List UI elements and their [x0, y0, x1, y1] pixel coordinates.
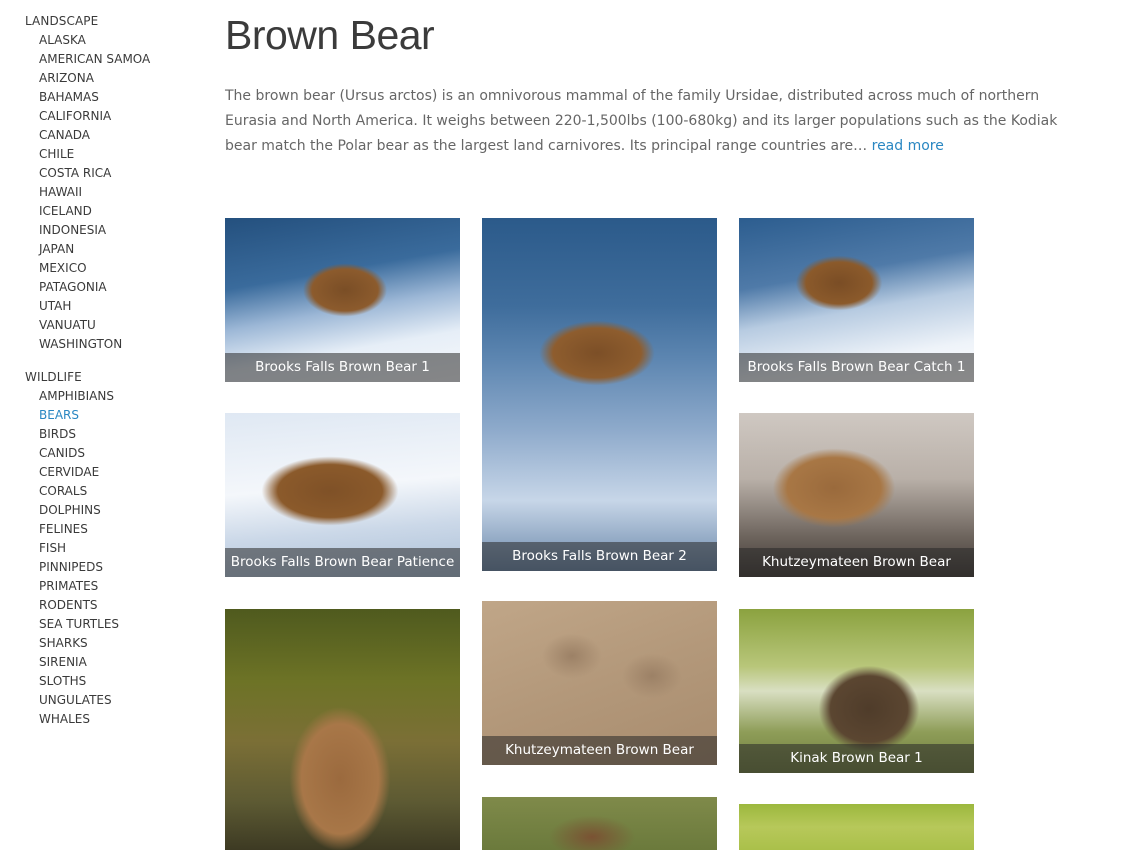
gallery-tile[interactable]: [739, 804, 974, 850]
sidebar-item-primates[interactable]: PRIMATES: [25, 577, 205, 596]
tile-caption: Brooks Falls Brown Bear Patience: [225, 548, 460, 577]
sidebar-item-canada[interactable]: CANADA: [25, 126, 205, 145]
sidebar-nav: LANDSCAPE ALASKA AMERICAN SAMOA ARIZONA …: [25, 12, 205, 743]
gallery-tile[interactable]: [482, 797, 717, 850]
gallery-tile[interactable]: Brooks Falls Brown Bear 1: [225, 218, 460, 382]
gallery-tile[interactable]: Brooks Falls Brown Bear Patience: [225, 413, 460, 577]
tile-caption: Brooks Falls Brown Bear 1: [225, 353, 460, 382]
gallery-tile[interactable]: Kinak Brown Bear 1: [739, 609, 974, 773]
sidebar-item-utah[interactable]: UTAH: [25, 297, 205, 316]
sidebar-item-mexico[interactable]: MEXICO: [25, 259, 205, 278]
sidebar-item-iceland[interactable]: ICELAND: [25, 202, 205, 221]
tile-caption: Khutzeymateen Brown Bear: [482, 736, 717, 765]
read-more-link[interactable]: read more: [872, 138, 944, 154]
nav-group-landscape: LANDSCAPE ALASKA AMERICAN SAMOA ARIZONA …: [25, 12, 205, 354]
sidebar-item-vanuatu[interactable]: VANUATU: [25, 316, 205, 335]
sidebar-item-canids[interactable]: CANIDS: [25, 444, 205, 463]
gallery-tile[interactable]: Brooks Falls Brown Bear Catch 1: [739, 218, 974, 382]
sidebar-item-rodents[interactable]: RODENTS: [25, 596, 205, 615]
sidebar-item-patagonia[interactable]: PATAGONIA: [25, 278, 205, 297]
sidebar-item-american-samoa[interactable]: AMERICAN SAMOA: [25, 50, 205, 69]
sidebar-item-sharks[interactable]: SHARKS: [25, 634, 205, 653]
tile-caption: Khutzeymateen Brown Bear: [739, 548, 974, 577]
sidebar-item-hawaii[interactable]: HAWAII: [25, 183, 205, 202]
sidebar-item-sloths[interactable]: SLOTHS: [25, 672, 205, 691]
sidebar-item-cervidae[interactable]: CERVIDAE: [25, 463, 205, 482]
nav-heading-landscape[interactable]: LANDSCAPE: [25, 12, 205, 31]
sidebar-item-japan[interactable]: JAPAN: [25, 240, 205, 259]
waterfall-bear-photo: [482, 218, 717, 571]
sidebar-item-bahamas[interactable]: BAHAMAS: [25, 88, 205, 107]
nav-group-wildlife: WILDLIFE AMPHIBIANS BEARS BIRDS CANIDS C…: [25, 368, 205, 729]
tile-caption: Brooks Falls Brown Bear Catch 1: [739, 353, 974, 382]
sidebar-item-sirenia[interactable]: SIRENIA: [25, 653, 205, 672]
sidebar-item-amphibians[interactable]: AMPHIBIANS: [25, 387, 205, 406]
sidebar-item-california[interactable]: CALIFORNIA: [25, 107, 205, 126]
sidebar-item-birds[interactable]: BIRDS: [25, 425, 205, 444]
sidebar-item-ungulates[interactable]: UNGULATES: [25, 691, 205, 710]
sidebar-item-costa-rica[interactable]: COSTA RICA: [25, 164, 205, 183]
grass-bear-photo: [225, 609, 460, 850]
intro-paragraph: The brown bear (Ursus arctos) is an omni…: [225, 84, 1085, 159]
sidebar-item-washington[interactable]: WASHINGTON: [25, 335, 205, 354]
gallery-tile[interactable]: Brooks Falls Brown Bear 2: [482, 218, 717, 571]
bear-splash-photo: [482, 797, 717, 850]
sidebar-item-dolphins[interactable]: DOLPHINS: [25, 501, 205, 520]
sidebar-item-arizona[interactable]: ARIZONA: [25, 69, 205, 88]
sidebar-item-whales[interactable]: WHALES: [25, 710, 205, 729]
sidebar-item-chile[interactable]: CHILE: [25, 145, 205, 164]
sidebar-item-alaska[interactable]: ALASKA: [25, 31, 205, 50]
page-title: Brown Bear: [225, 12, 435, 58]
sidebar-item-sea-turtles[interactable]: SEA TURTLES: [25, 615, 205, 634]
tile-caption: Brooks Falls Brown Bear 2: [482, 542, 717, 571]
sidebar-item-indonesia[interactable]: INDONESIA: [25, 221, 205, 240]
sidebar-item-felines[interactable]: FELINES: [25, 520, 205, 539]
nav-heading-wildlife[interactable]: WILDLIFE: [25, 368, 205, 387]
sidebar-item-fish[interactable]: FISH: [25, 539, 205, 558]
tile-caption: Kinak Brown Bear 1: [739, 744, 974, 773]
gallery-tile[interactable]: Khutzeymateen Brown Bear: [482, 601, 717, 765]
gallery-tile[interactable]: Khutzeymateen Brown Bear: [739, 413, 974, 577]
sidebar-item-pinnipeds[interactable]: PINNIPEDS: [25, 558, 205, 577]
green-meadow-photo: [739, 804, 974, 850]
sidebar-item-bears[interactable]: BEARS: [25, 406, 205, 425]
sidebar-item-corals[interactable]: CORALS: [25, 482, 205, 501]
gallery-tile[interactable]: [225, 609, 460, 850]
